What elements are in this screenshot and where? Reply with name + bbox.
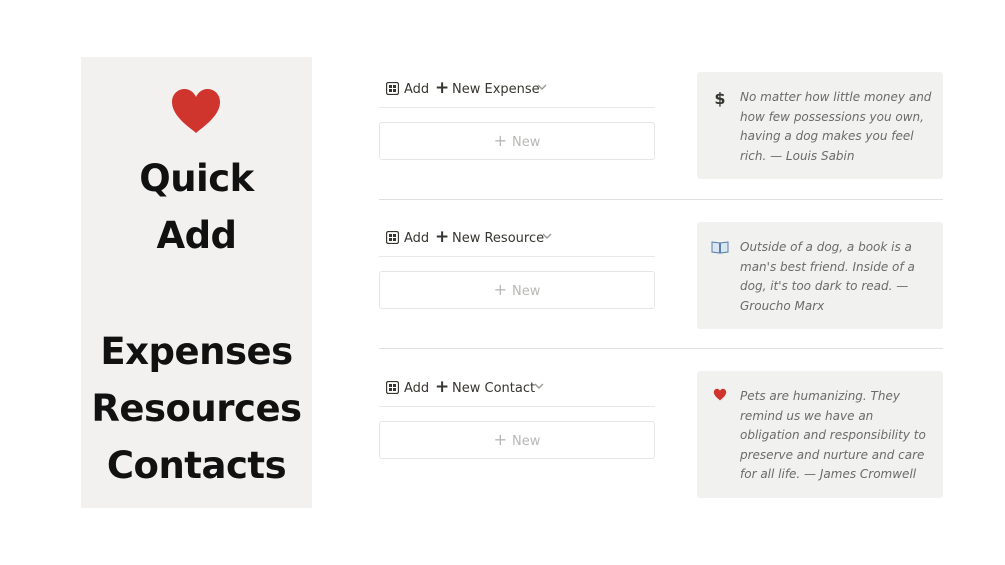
add-label: Add bbox=[404, 381, 430, 396]
new-button-label: New bbox=[512, 434, 541, 449]
plus-icon: + bbox=[493, 430, 508, 449]
quote-text: Outside of a dog, a book is a man's best… bbox=[740, 240, 915, 313]
plus-icon: + bbox=[493, 280, 508, 299]
title-add: Add bbox=[156, 214, 237, 257]
dollar-icon: $ bbox=[714, 89, 726, 108]
grid-icon bbox=[386, 231, 399, 244]
chevron-down-icon[interactable] bbox=[534, 383, 544, 390]
plus-icon: + bbox=[493, 131, 508, 150]
section-divider bbox=[379, 199, 943, 200]
grid-icon bbox=[386, 82, 399, 95]
plus-icon: + bbox=[435, 377, 450, 397]
add-label: Add bbox=[404, 231, 430, 246]
new-contact-label: New Contact bbox=[452, 381, 536, 396]
add-contact-button[interactable]: Add + New Contact bbox=[379, 372, 655, 407]
red-heart-icon bbox=[172, 89, 220, 133]
chevron-down-icon[interactable] bbox=[537, 84, 547, 91]
new-resource-button[interactable]: + New bbox=[379, 271, 655, 309]
add-label: Add bbox=[404, 82, 430, 97]
label-expenses: Expenses bbox=[100, 330, 293, 373]
plus-icon: + bbox=[435, 78, 450, 98]
plus-icon: + bbox=[435, 227, 450, 247]
quote-text: Pets are humanizing. They remind us we h… bbox=[740, 389, 926, 482]
add-resource-button[interactable]: Add + New Resource bbox=[379, 222, 655, 257]
quote-callout-resource: Outside of a dog, a book is a man's best… bbox=[697, 222, 943, 329]
new-button-label: New bbox=[512, 284, 541, 299]
title-quick: Quick bbox=[139, 157, 254, 200]
new-contact-button[interactable]: + New bbox=[379, 421, 655, 459]
new-expense-button[interactable]: + New bbox=[379, 122, 655, 160]
quote-callout-expense: $ No matter how little money and how few… bbox=[697, 72, 943, 179]
label-resources: Resources bbox=[91, 387, 302, 430]
section-divider bbox=[379, 348, 943, 349]
book-icon bbox=[711, 241, 729, 254]
new-expense-label: New Expense bbox=[452, 82, 540, 97]
quote-callout-contact: Pets are humanizing. They remind us we h… bbox=[697, 371, 943, 498]
add-expense-button[interactable]: Add + New Expense bbox=[379, 73, 655, 108]
grid-icon bbox=[386, 381, 399, 394]
new-resource-label: New Resource bbox=[452, 231, 545, 246]
quote-text: No matter how little money and how few p… bbox=[740, 90, 932, 163]
label-contacts: Contacts bbox=[106, 444, 287, 487]
chevron-down-icon[interactable] bbox=[542, 233, 552, 240]
new-button-label: New bbox=[512, 135, 541, 150]
heart-icon bbox=[713, 388, 727, 401]
sidebar-panel: Quick Add Expenses Resources Contacts bbox=[81, 57, 312, 508]
